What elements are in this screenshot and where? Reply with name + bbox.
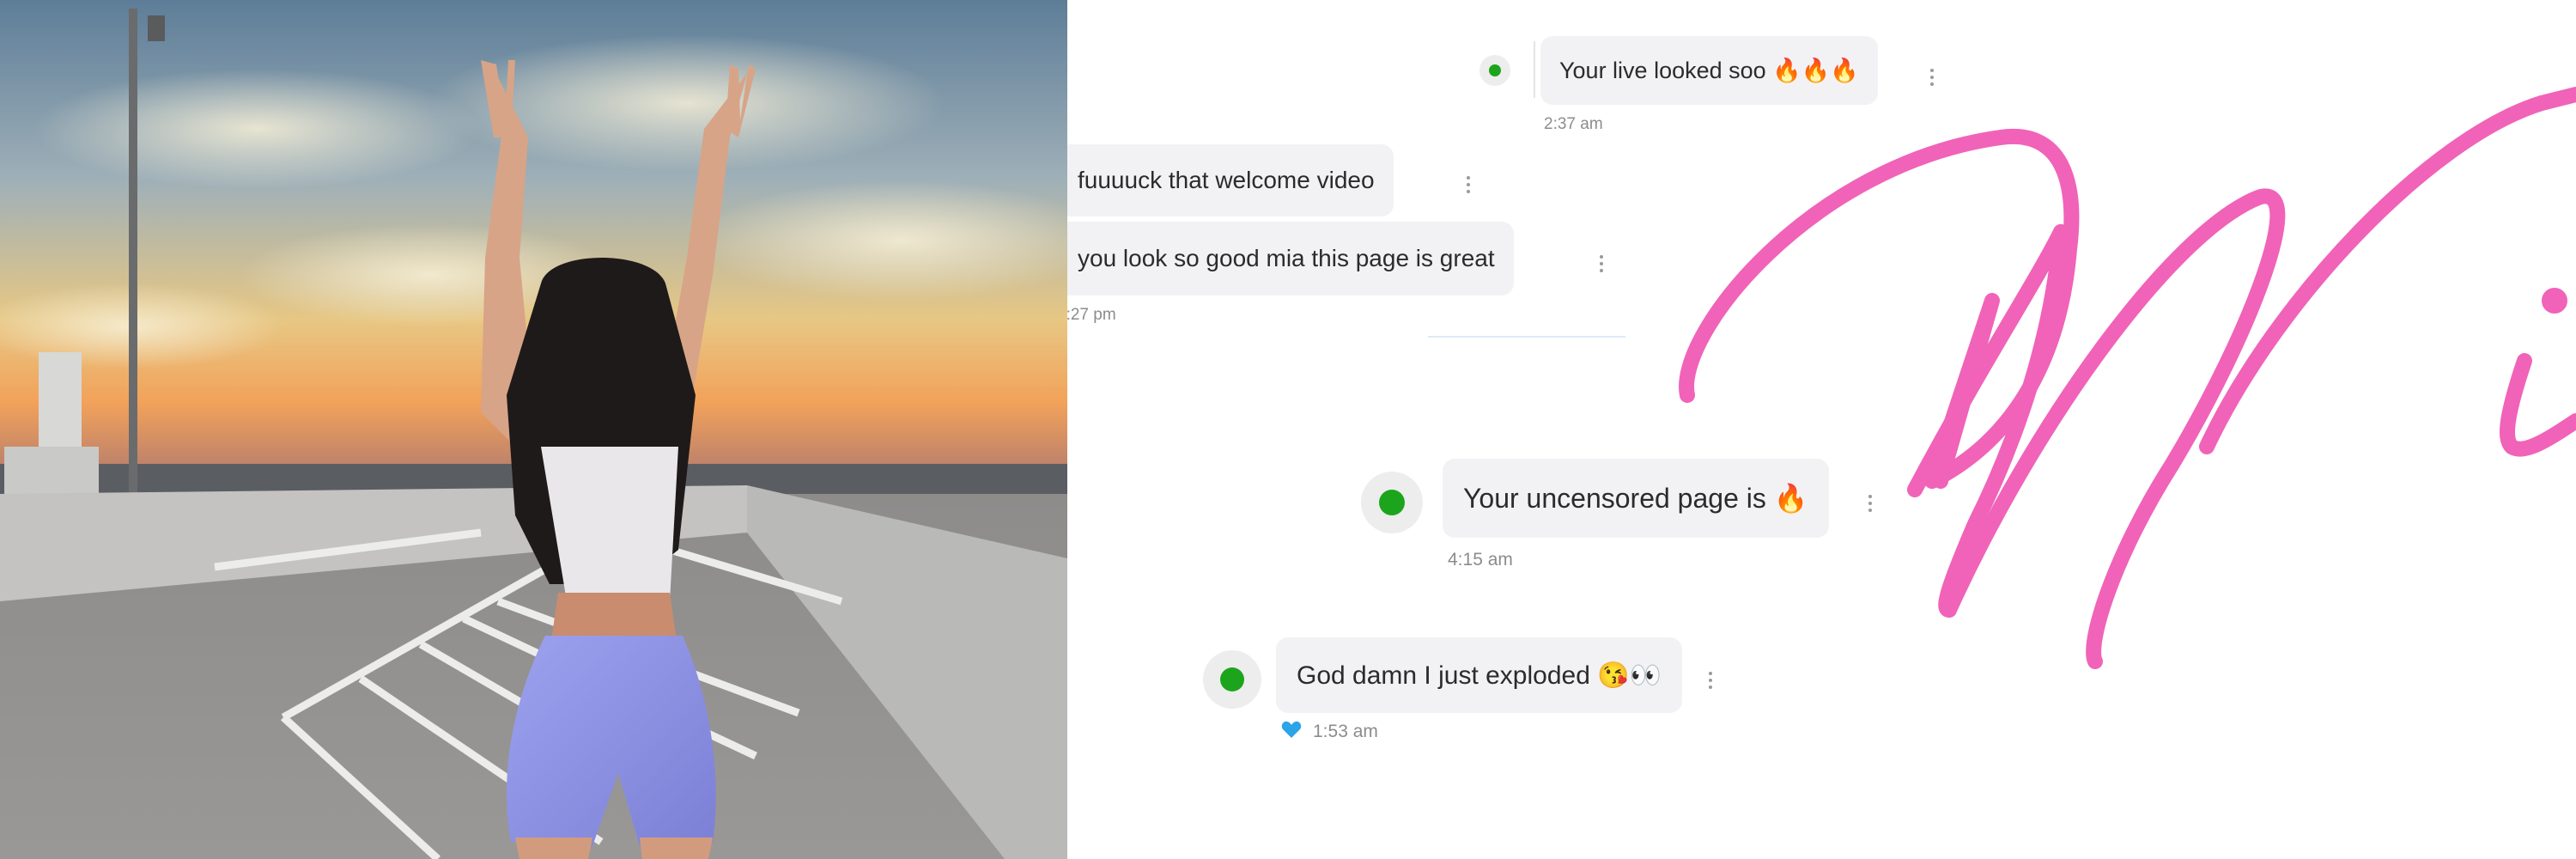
heart-icon [1281,721,1302,738]
message-text: fuuuuck that welcome video [1078,167,1375,193]
sender-avatar[interactable] [1479,55,1510,86]
photo-panel [0,0,1067,859]
message-timestamp: 1:53 am [1313,722,1378,741]
message-text: you look so good mia this page is great [1078,245,1495,271]
more-options-icon[interactable] [1467,176,1472,193]
message-timestamp: 2:37 am [1544,115,1603,133]
read-divider [1428,336,1625,338]
rooftop-sunset-photo [0,0,1067,859]
message-bubble[interactable]: you look so good mia this page is great [1067,222,1514,295]
online-status-icon [1489,64,1501,76]
message-bubble[interactable]: fuuuuck that welcome video [1067,144,1394,216]
mia-signature-logo [1679,87,2576,669]
message-bubble[interactable]: God damn I just exploded 😘👀 [1276,637,1682,713]
sender-avatar[interactable] [1203,650,1261,709]
message-timestamp: 5:27 pm [1067,306,1116,324]
message-text: God damn I just exploded 😘👀 [1297,661,1662,690]
online-status-icon [1220,667,1244,691]
more-options-icon[interactable] [1600,255,1605,272]
online-status-icon [1379,490,1405,515]
thread-divider [1534,41,1535,98]
sender-avatar[interactable] [1361,472,1423,533]
message-timestamp: 4:15 am [1448,550,1513,570]
